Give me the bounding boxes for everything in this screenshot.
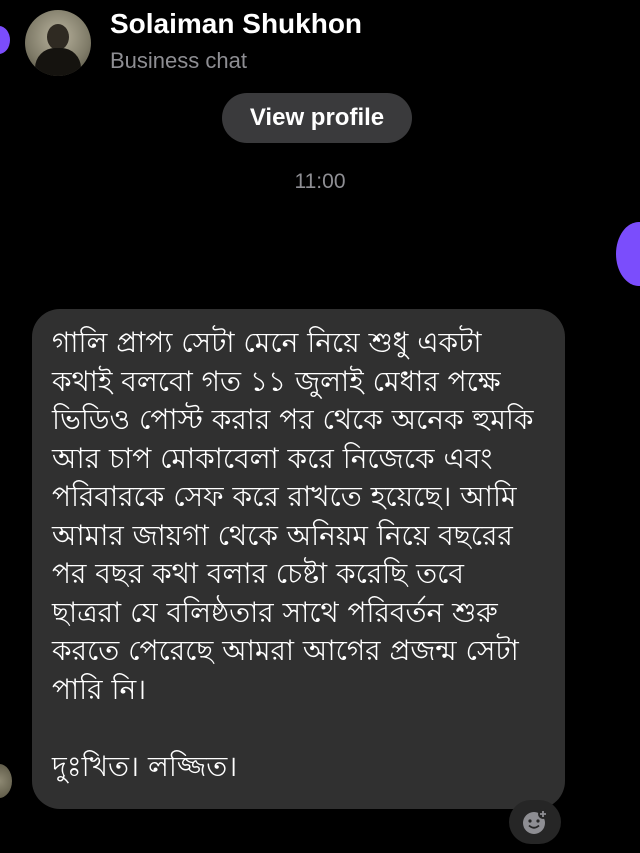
contact-name[interactable]: Solaiman Shukhon bbox=[110, 8, 362, 40]
avatar-head-shape bbox=[47, 24, 69, 50]
message-bubble[interactable]: গালি প্রাপ্য সেটা মেনে নিয়ে শুধু একটা ক… bbox=[32, 309, 565, 809]
view-profile-button[interactable]: View profile bbox=[222, 93, 412, 143]
message-line: পরিবারকে সেফ করে রাখতে হয়েছে। আমি bbox=[52, 480, 517, 513]
message-line: গালি প্রাপ্য সেটা মেনে নিয়ে শুধু একটা bbox=[52, 326, 482, 359]
message-line: ছাত্ররা যে বলিষ্ঠতার সাথে পরিবর্তন শুরু bbox=[52, 595, 498, 629]
message-line: আর চাপ মোকাবেলা করে নিজেকে এবং bbox=[52, 441, 493, 475]
accent-dot-left bbox=[0, 26, 10, 54]
avatar-body-shape bbox=[35, 48, 81, 76]
contact-avatar[interactable] bbox=[25, 10, 91, 76]
message-line: আমার জায়গা থেকে অনিয়ম নিয়ে বছরের bbox=[52, 518, 513, 552]
message-line: পর বছর কথা বলার চেষ্টা করেছি তবে bbox=[52, 557, 465, 590]
chat-type-label: Business chat bbox=[110, 48, 247, 73]
message-timestamp: 11:00 bbox=[294, 170, 346, 193]
accent-dot-right bbox=[616, 222, 640, 286]
add-reaction-button[interactable] bbox=[509, 800, 561, 844]
message-line: ভিডিও পোস্ট করার পর থেকে অনেক হুমকি bbox=[52, 403, 534, 436]
message-line: পারি নি। bbox=[52, 672, 147, 706]
add-reaction-icon bbox=[523, 809, 548, 834]
message-line: কথাই বলবো গত ১১ জুলাই মেধার পক্ষে bbox=[52, 364, 501, 398]
sender-mini-avatar bbox=[0, 764, 12, 798]
message-line: করতে পেরেছে আমরা আগের প্রজন্ম সেটা bbox=[52, 634, 519, 667]
message-closing-line: দুঃখিত। লজ্জিত। bbox=[52, 749, 238, 783]
